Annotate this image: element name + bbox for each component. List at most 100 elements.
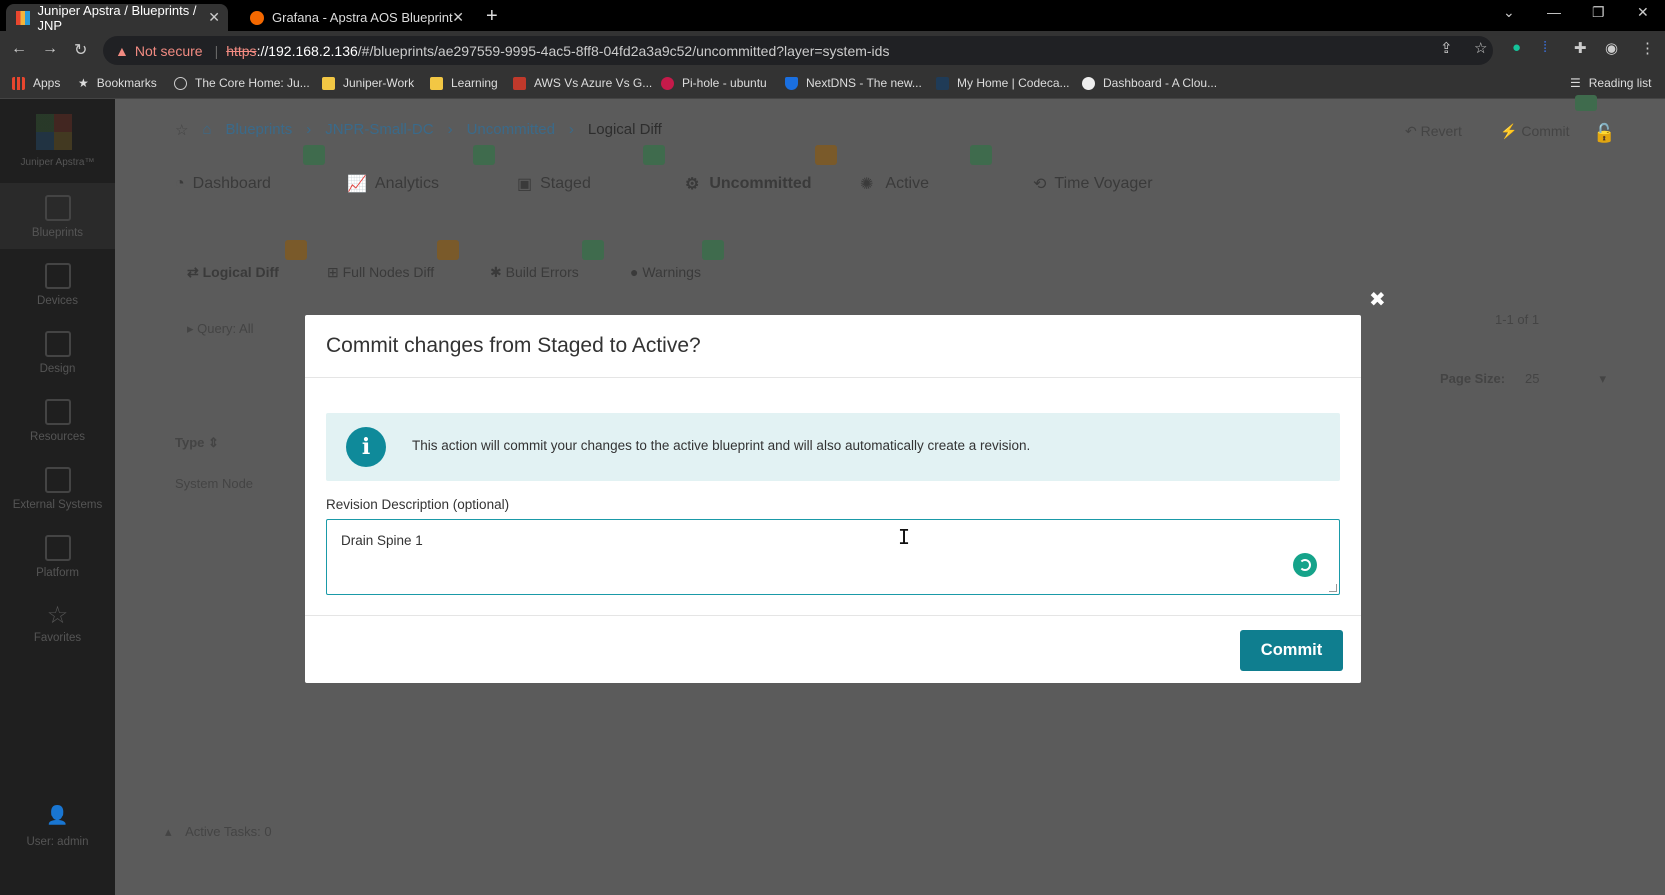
tab-label: Dashboard <box>192 175 271 192</box>
sidebar-user[interactable]: 👤 User: admin <box>0 799 115 865</box>
diff-icon: ⇄ <box>187 264 203 280</box>
juniper-apstra-logo <box>36 114 72 150</box>
uncommitted-icon: ⚙ <box>685 176 700 193</box>
dashboard-icon: ◔ <box>175 175 185 192</box>
breadcrumb-blueprints[interactable]: Blueprints <box>226 121 293 139</box>
bookmark-aws-azure[interactable]: AWS Vs Azure Vs G... <box>513 76 652 90</box>
reload-icon[interactable]: ↻ <box>74 40 87 60</box>
tab-active[interactable]: ✺ Active <box>860 164 929 204</box>
sidebar-item-platform[interactable]: Platform <box>0 523 115 589</box>
url-separator: | <box>214 42 219 59</box>
bookmark-learning[interactable]: Learning <box>430 76 498 90</box>
bookmark-star-icon[interactable]: ☆ <box>1474 39 1487 57</box>
commit-top-button[interactable]: ⚡ Commit <box>1500 123 1570 140</box>
breadcrumb-sep: › <box>447 121 453 138</box>
tab-uncommitted[interactable]: ⚙ Uncommitted <box>685 164 812 204</box>
sidebar-item-design[interactable]: Design <box>0 319 115 385</box>
home-icon[interactable]: ⌂ <box>202 121 211 139</box>
apps-grid-icon <box>12 76 25 90</box>
devices-icon <box>44 263 71 289</box>
warning-icon: ▲ <box>115 42 129 59</box>
minimize-icon[interactable]: — <box>1547 4 1561 20</box>
bookmark-pihole[interactable]: Pi-hole - ubuntu <box>661 76 767 90</box>
info-text: This action will commit your changes to … <box>412 438 1031 453</box>
close-tab-icon[interactable]: ✕ <box>208 9 220 26</box>
extension-icon[interactable]: ⁞ <box>1543 39 1547 56</box>
breadcrumb-blueprint[interactable]: JNPR-Small-DC <box>325 121 433 139</box>
menu-icon[interactable]: ⋮ <box>1640 39 1655 57</box>
profile-avatar-icon[interactable]: ◉ <box>1605 39 1618 57</box>
bookmark-nextdns[interactable]: NextDNS - The new... <box>785 76 922 90</box>
lock-icon[interactable]: 🔓 <box>1593 123 1615 144</box>
forward-icon[interactable]: → <box>42 40 58 58</box>
sidebar-item-favorites[interactable]: ☆ Favorites <box>0 591 115 657</box>
star-icon: ★ <box>78 76 89 90</box>
chevron-down-icon: ▾ <box>1599 371 1606 386</box>
warning-circle-icon: ● <box>630 264 643 280</box>
url-input[interactable]: ▲ Not secure | https ://192.168.2.136 /#… <box>103 36 1493 65</box>
external-systems-icon <box>44 467 71 493</box>
folder-icon <box>322 76 335 90</box>
url-host: ://192.168.2.136 <box>256 42 358 59</box>
active-tasks-bar[interactable]: ▴ Active Tasks: 0 <box>165 824 272 840</box>
modal-close-icon[interactable]: ✖ <box>1369 287 1386 312</box>
subtab-build-errors[interactable]: ✱ Build Errors <box>490 264 579 281</box>
folder-icon <box>430 76 443 90</box>
back-icon[interactable]: ← <box>11 40 27 58</box>
sidebar-item-external-systems[interactable]: External Systems <box>0 455 115 521</box>
favorite-star-icon[interactable]: ☆ <box>175 121 188 139</box>
subtab-label: Full Nodes Diff <box>342 264 435 280</box>
subtab-logical-diff[interactable]: ⇄ Logical Diff <box>187 264 279 281</box>
sidebar-item-devices[interactable]: Devices <box>0 251 115 317</box>
bookmark-apps[interactable]: Apps <box>12 76 60 90</box>
share-icon[interactable]: ⇪ <box>1440 39 1453 57</box>
extensions-puzzle-icon[interactable]: ✚ <box>1574 39 1587 57</box>
commit-top-label: Commit <box>1521 123 1570 139</box>
revert-button[interactable]: ↶ Revert <box>1405 123 1462 140</box>
bookmark-label: Bookmarks <box>96 76 157 90</box>
page-size-select[interactable]: 25 ▾ <box>1525 371 1606 387</box>
grammarly-icon[interactable] <box>1293 553 1317 577</box>
subtab-label: Warnings <box>642 264 701 280</box>
tab-staged[interactable]: ▣ Staged <box>517 164 591 204</box>
status-badge <box>702 240 724 260</box>
status-badge <box>970 145 992 165</box>
tab-grafana[interactable]: Grafana - Apstra AOS Blueprint ✕ <box>240 4 472 31</box>
breadcrumb-sep: › <box>568 121 574 138</box>
breadcrumb-uncommitted[interactable]: Uncommitted <box>467 121 555 139</box>
close-tab-icon[interactable]: ✕ <box>452 9 464 26</box>
subtab-full-nodes-diff[interactable]: ⊞ Full Nodes Diff <box>327 264 434 281</box>
bookmark-label: Dashboard - A Clou... <box>1103 76 1218 90</box>
tab-search-icon[interactable]: ⌄ <box>1503 4 1515 21</box>
warning-badge <box>437 240 459 260</box>
revision-description-input[interactable]: Drain Spine 1 <box>326 519 1340 595</box>
restore-icon[interactable]: ❐ <box>1592 4 1605 21</box>
tab-dashboard[interactable]: ◔ Dashboard <box>175 164 271 204</box>
raspberry-icon <box>661 76 674 90</box>
column-type-header[interactable]: Type ⇕ <box>175 435 219 451</box>
bookmark-dashboard[interactable]: Dashboard - A Clou... <box>1082 76 1217 90</box>
resize-handle[interactable] <box>1329 584 1337 592</box>
commit-button[interactable]: Commit <box>1240 630 1343 671</box>
page-size-label: Page Size: <box>1440 371 1506 386</box>
bookmark-bookmarks[interactable]: ★ Bookmarks <box>78 76 157 90</box>
bookmark-core-home[interactable]: The Core Home: Ju... <box>174 76 310 90</box>
bookmark-codecademy[interactable]: My Home | Codeca... <box>936 76 1070 90</box>
design-icon <box>44 331 71 357</box>
url-path: /#/blueprints/ae297559-9995-4ac5-8ff8-04… <box>357 42 890 59</box>
tab-time-voyager[interactable]: ⟲ Time Voyager <box>1033 164 1153 204</box>
sidebar-item-resources[interactable]: Resources <box>0 387 115 453</box>
table-cell-type: System Node <box>175 476 254 491</box>
tab-juniper-apstra[interactable]: Juniper Apstra / Blueprints / JNP ✕ <box>6 3 228 33</box>
grammarly-extension-icon[interactable]: ● <box>1512 39 1521 56</box>
sidebar-item-label: External Systems <box>12 499 103 511</box>
bookmark-label: Learning <box>451 76 498 90</box>
subtab-warnings[interactable]: ● Warnings <box>630 264 701 280</box>
bookmark-juniper-work[interactable]: Juniper-Work <box>322 76 414 90</box>
query-filter[interactable]: ▸ Query: All <box>187 321 254 337</box>
window-close-icon[interactable]: ✕ <box>1637 4 1649 21</box>
tab-analytics[interactable]: 📈 Analytics <box>347 164 439 204</box>
sidebar-item-blueprints[interactable]: Blueprints <box>0 183 115 249</box>
reading-list[interactable]: ☰ Reading list <box>1570 76 1651 90</box>
new-tab-icon[interactable]: + <box>486 5 498 28</box>
